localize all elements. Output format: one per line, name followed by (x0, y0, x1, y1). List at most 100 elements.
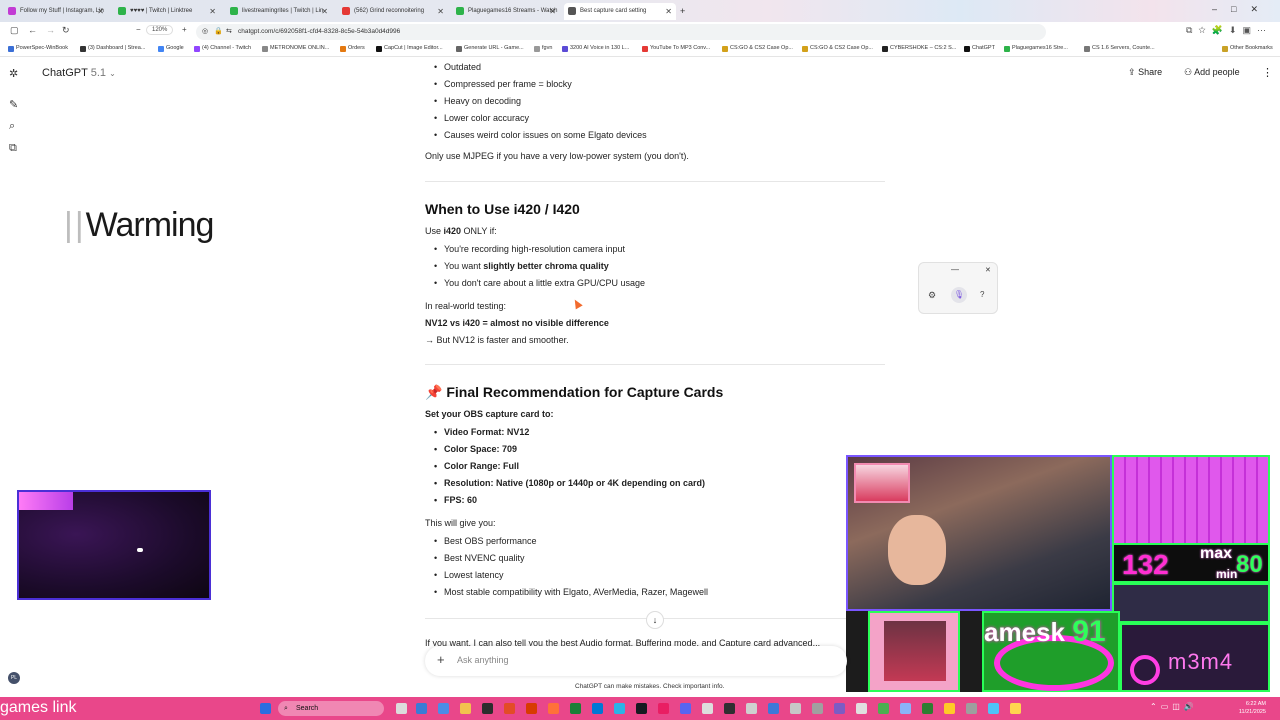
bookmark-item[interactable]: CS:GO & CS2 Case Op... (722, 45, 793, 52)
scroll-down-button[interactable]: ↓ (646, 611, 664, 629)
url-field[interactable]: ◎ 🔒 ⇆ chatgpt.com/c/692058f1-cfd4-8328-8… (196, 24, 1046, 40)
bookmark-item[interactable]: fgvn (534, 45, 552, 52)
app-icon[interactable] (746, 703, 757, 714)
drag-handle-icon[interactable]: — (951, 265, 959, 274)
app-icon[interactable] (812, 703, 823, 714)
task-view-icon[interactable] (396, 703, 407, 714)
app-icon[interactable] (438, 703, 449, 714)
browser-tab-2[interactable]: livestreamingrites | Twitch | Lin ✕ (226, 3, 332, 20)
app-icon[interactable] (790, 703, 801, 714)
forward-icon[interactable]: → (46, 25, 55, 35)
zoom-out-icon[interactable]: − (136, 25, 141, 34)
obs-icon[interactable] (724, 703, 735, 714)
app-icon[interactable] (944, 703, 955, 714)
zoom-in-icon[interactable]: + (182, 25, 187, 34)
site-info-icon[interactable]: ⇆ (226, 24, 232, 40)
bookmark-item[interactable]: CS 1.6 Servers, Counte... (1084, 45, 1155, 52)
toolbar-extension-icons[interactable]: ⧉☆🧩⬇▣⋯ (1186, 25, 1272, 36)
tab-list-icon[interactable]: ▢ (10, 25, 19, 36)
bookmark-item[interactable]: Generate URL - Game... (456, 45, 524, 52)
system-tray-icons[interactable]: ⌃▭◫🔊 (1150, 702, 1198, 711)
window-controls[interactable]: –□✕ (1212, 4, 1272, 15)
openai-logo-icon[interactable]: ✲ (9, 67, 18, 80)
app-icon[interactable] (834, 703, 845, 714)
bookmark-item[interactable]: (3) Dashboard | Strea... (80, 45, 145, 52)
app-icon[interactable] (504, 703, 515, 714)
model-selector[interactable]: ChatGPT 5.1 ⌄ (42, 67, 116, 79)
steam-icon[interactable] (636, 703, 647, 714)
browser-tab-3[interactable]: (562) Grind reconnoitering ✕ (338, 3, 448, 20)
bookmark-item[interactable]: ChatGPT (964, 45, 995, 52)
bookmark-item[interactable]: YouTube To MP3 Conv... (642, 45, 710, 52)
app-icon[interactable] (856, 703, 867, 714)
browser-tab-0[interactable]: Follow my Stuff | Instagram, Lin ✕ (4, 3, 108, 20)
bookmark-item[interactable]: (4) Channel - Twitch (194, 45, 251, 52)
streamer-webcam (846, 455, 1112, 611)
bookmark-item[interactable]: CS:GO & CS2 Case Op... (802, 45, 873, 52)
prompt-composer[interactable]: + Ask anything (425, 646, 847, 676)
browser-tab-active[interactable]: Best capture card setting ✕ (564, 3, 676, 20)
new-tab-button[interactable]: + (678, 3, 692, 20)
app-icon[interactable] (702, 703, 713, 714)
app-icon[interactable] (482, 703, 493, 714)
settings-gear-icon[interactable]: ⚙ (928, 290, 936, 301)
app-icon[interactable] (592, 703, 603, 714)
settings-icon[interactable] (966, 703, 977, 714)
bookmark-item[interactable]: 3200 AI Voice in 130 L... (562, 45, 629, 52)
bookmark-item[interactable]: PowerSpec-WinBook (8, 45, 68, 52)
new-chat-icon[interactable]: ✎ (9, 98, 18, 111)
microphone-icon[interactable]: 🎙 (951, 287, 967, 303)
bookmark-item[interactable]: CYBERSHOKE – CS:2 S... (882, 45, 956, 52)
close-icon[interactable]: ✕ (97, 3, 104, 20)
back-icon[interactable]: ← (28, 25, 37, 35)
browser-tab-4[interactable]: Plaguegames16 Streams - Watch ✕ (452, 3, 560, 20)
start-icon[interactable] (260, 703, 271, 714)
bookmark-item[interactable]: Other Bookmarks (1222, 45, 1273, 52)
close-icon[interactable]: ✕ (665, 3, 672, 20)
app-icon[interactable] (658, 703, 669, 714)
firefox-icon[interactable] (548, 703, 559, 714)
app-icon[interactable] (922, 703, 933, 714)
bookmark-item[interactable]: Orders (340, 45, 365, 52)
bookmark-item[interactable]: Plaguegames16 Stre... (1004, 45, 1068, 52)
bookmark-item[interactable]: Google (158, 45, 184, 52)
app-icon[interactable] (988, 703, 999, 714)
pin-icon: 📌 (425, 384, 443, 400)
close-icon[interactable]: ✕ (985, 266, 991, 274)
close-icon[interactable]: ✕ (437, 3, 444, 20)
list-item: Resolution: Native (1080p or 1440p or 4K… (434, 475, 705, 492)
app-icon[interactable] (416, 703, 427, 714)
bookmark-item[interactable]: CapCut | Image Editor... (376, 45, 443, 52)
more-options-icon[interactable]: ⋮ (1262, 66, 1273, 79)
share-button[interactable]: ⇪ Share (1128, 67, 1162, 78)
help-icon[interactable]: ? (980, 290, 984, 299)
zoom-level[interactable]: 120% (146, 25, 174, 35)
tracking-icon[interactable]: ◎ (202, 24, 208, 40)
lock-icon[interactable]: 🔒 (214, 24, 223, 40)
close-icon[interactable]: ✕ (209, 3, 216, 20)
app-icon[interactable] (526, 703, 537, 714)
bookmark-item[interactable]: METRONOME ONLIN... (262, 45, 329, 52)
taskbar-clock[interactable]: 6:22 AM 11/21/2025 (1239, 700, 1266, 716)
add-people-button[interactable]: ⚇ Add people (1184, 67, 1240, 78)
browser-tab-1[interactable]: ♥♥♥♥ | Twitch | Linktree ✕ (114, 3, 220, 20)
file-explorer-icon[interactable] (460, 703, 471, 714)
close-icon[interactable]: ✕ (321, 3, 328, 20)
app-icon[interactable] (900, 703, 911, 714)
app-icon[interactable] (768, 703, 779, 714)
app-icon[interactable] (1010, 703, 1021, 714)
taskbar-search[interactable]: ⌕ Search (278, 701, 384, 716)
close-icon[interactable]: ✕ (549, 3, 556, 20)
app-icon[interactable] (614, 703, 625, 714)
prompt-input[interactable]: Ask anything (457, 655, 509, 665)
discord-icon[interactable] (680, 703, 691, 714)
list-item: Causes weird color issues on some Elgato… (434, 127, 647, 144)
i420-heading: When to Use i420 / I420 (425, 201, 580, 217)
attach-plus-icon[interactable]: + (437, 652, 445, 667)
reload-icon[interactable]: ↻ (62, 25, 70, 36)
app-icon[interactable] (570, 703, 581, 714)
app-icon[interactable] (878, 703, 889, 714)
search-icon[interactable]: ⌕ (9, 120, 15, 133)
library-icon[interactable]: ⧉ (9, 142, 17, 155)
account-avatar[interactable]: PL (8, 672, 20, 684)
